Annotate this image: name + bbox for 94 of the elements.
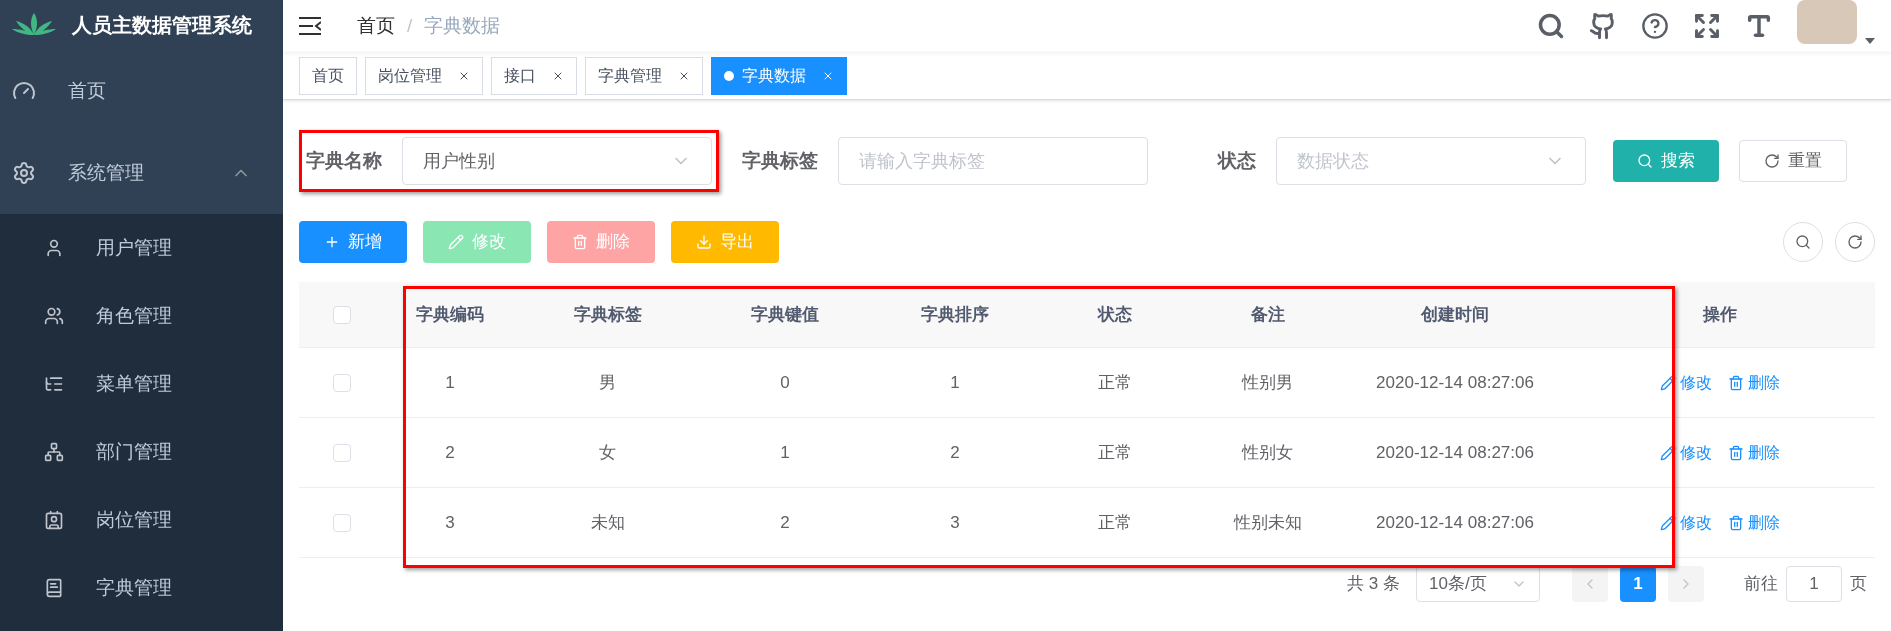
add-button[interactable]: 新增 — [299, 221, 407, 263]
trash-icon — [1728, 374, 1744, 391]
sidebar-subitem[interactable]: 字典管理 — [0, 554, 283, 622]
table-cell-text: 正常 — [1097, 441, 1133, 464]
column-header: 状态 — [1096, 303, 1133, 326]
table-cell-text: 1 — [949, 371, 961, 394]
pencil-icon — [448, 234, 464, 250]
table-cell-text: 性别女 — [1240, 441, 1294, 464]
goto-label: 前往 — [1744, 573, 1778, 596]
table-cell-text: 2020-12-14 08:27:06 — [1375, 511, 1535, 534]
table-cell-text: 1 — [444, 371, 456, 394]
table-cell-text: 2020-12-14 08:27:06 — [1375, 371, 1535, 394]
github-icon[interactable] — [1589, 12, 1617, 40]
previous-page-button[interactable] — [1572, 566, 1608, 602]
caret-down-icon[interactable] — [1865, 38, 1875, 44]
sidebar-item[interactable]: 首页 — [0, 50, 283, 132]
column-header: 字典键值 — [750, 303, 820, 326]
table-cell-text: 2020-12-14 08:27:06 — [1375, 441, 1535, 464]
table-cell-text: 0 — [779, 371, 791, 394]
font-size-icon[interactable] — [1745, 12, 1773, 40]
column-header: 字典编码 — [415, 303, 485, 326]
table-cell-text: 未知 — [589, 511, 626, 534]
checkbox[interactable] — [333, 443, 351, 462]
table-cell-text: 男 — [598, 371, 617, 394]
filter-label: 字典标签 — [742, 148, 818, 173]
breadcrumb-separator: / — [407, 13, 413, 38]
fullscreen-icon[interactable] — [1693, 12, 1721, 40]
table-cell-text: 2 — [949, 441, 961, 464]
table-cell-text: 性别男 — [1240, 371, 1294, 394]
filter-label: 状态 — [1218, 148, 1256, 173]
trash-icon — [1728, 444, 1744, 461]
checkbox[interactable] — [333, 513, 351, 532]
users-icon — [44, 306, 64, 326]
column-header: 备注 — [1249, 303, 1286, 326]
reset-button[interactable]: 重置 — [1739, 140, 1847, 182]
delete-link[interactable]: 删除 — [1728, 370, 1780, 395]
table-cell-text: 2 — [444, 441, 456, 464]
select-field[interactable]: 用户性别 — [402, 137, 712, 185]
table-cell-text: 3 — [949, 511, 961, 534]
refresh-icon — [1847, 234, 1863, 250]
breadcrumb-item[interactable]: 首页 — [357, 11, 395, 41]
page-tab[interactable]: 接口 — [491, 56, 577, 95]
checkbox[interactable] — [333, 305, 351, 324]
sidebar-item[interactable]: 系统管理 — [0, 132, 283, 214]
page-tab[interactable]: 首页 — [299, 56, 357, 95]
plus-icon — [324, 234, 340, 250]
column-header: 字典排序 — [920, 303, 990, 326]
delete-link[interactable]: 删除 — [1728, 440, 1780, 465]
refresh-icon — [1764, 153, 1780, 169]
table-cell-text: 正常 — [1097, 371, 1133, 394]
sidebar-subitem[interactable]: 用户管理 — [0, 214, 283, 282]
search-icon — [1637, 153, 1653, 169]
search-icon — [1795, 234, 1811, 250]
breadcrumb-item: 字典数据 — [424, 13, 501, 38]
page-suffix: 页 — [1850, 573, 1867, 596]
page-number[interactable]: 1 — [1620, 566, 1656, 602]
table-cell-text: 女 — [598, 441, 617, 464]
sidebar-subitem[interactable]: 角色管理 — [0, 282, 283, 350]
app-title: 人员主数据管理系统 — [72, 13, 252, 38]
table-cell-text: 3 — [444, 511, 456, 534]
gear-icon — [12, 161, 36, 185]
edit-link[interactable]: 修改 — [1660, 440, 1712, 465]
book-icon — [44, 578, 64, 598]
filter-label: 字典名称 — [306, 148, 382, 173]
tree-list-icon — [44, 374, 64, 394]
edit-link[interactable]: 修改 — [1660, 510, 1712, 535]
trash-icon — [1728, 514, 1744, 531]
page-input[interactable]: 1 — [1786, 566, 1842, 602]
page-tab[interactable]: 字典数据 — [711, 56, 847, 95]
column-header: 操作 — [1701, 303, 1738, 326]
trash-icon — [572, 234, 588, 250]
sidebar-subitem[interactable]: 岗位管理 — [0, 486, 283, 554]
table-cell-text: 1 — [779, 441, 791, 464]
contact-card-icon — [44, 510, 64, 530]
org-chart-icon — [44, 442, 64, 462]
table-cell-text: 性别未知 — [1232, 511, 1303, 534]
column-header: 创建时间 — [1420, 303, 1490, 326]
checkbox[interactable] — [333, 373, 351, 392]
menu-fold-icon[interactable] — [299, 17, 321, 35]
page-tab[interactable]: 岗位管理 — [365, 56, 483, 95]
table-cell-text: 正常 — [1097, 511, 1133, 534]
user-icon — [44, 238, 64, 258]
leaf-logo-icon — [12, 13, 56, 37]
download-icon — [696, 234, 712, 250]
help-icon[interactable] — [1641, 12, 1669, 40]
edit-link[interactable]: 修改 — [1660, 370, 1712, 395]
page-tab[interactable]: 字典管理 — [585, 56, 703, 95]
column-header: 字典标签 — [572, 303, 643, 326]
delete-link[interactable]: 删除 — [1728, 510, 1780, 535]
search-icon[interactable] — [1537, 12, 1565, 40]
total-count: 共 3 条 — [1347, 573, 1400, 596]
table-cell-text: 2 — [779, 511, 791, 534]
sidebar-subitem[interactable]: 部门管理 — [0, 418, 283, 486]
sidebar-subitem[interactable]: 菜单管理 — [0, 350, 283, 418]
